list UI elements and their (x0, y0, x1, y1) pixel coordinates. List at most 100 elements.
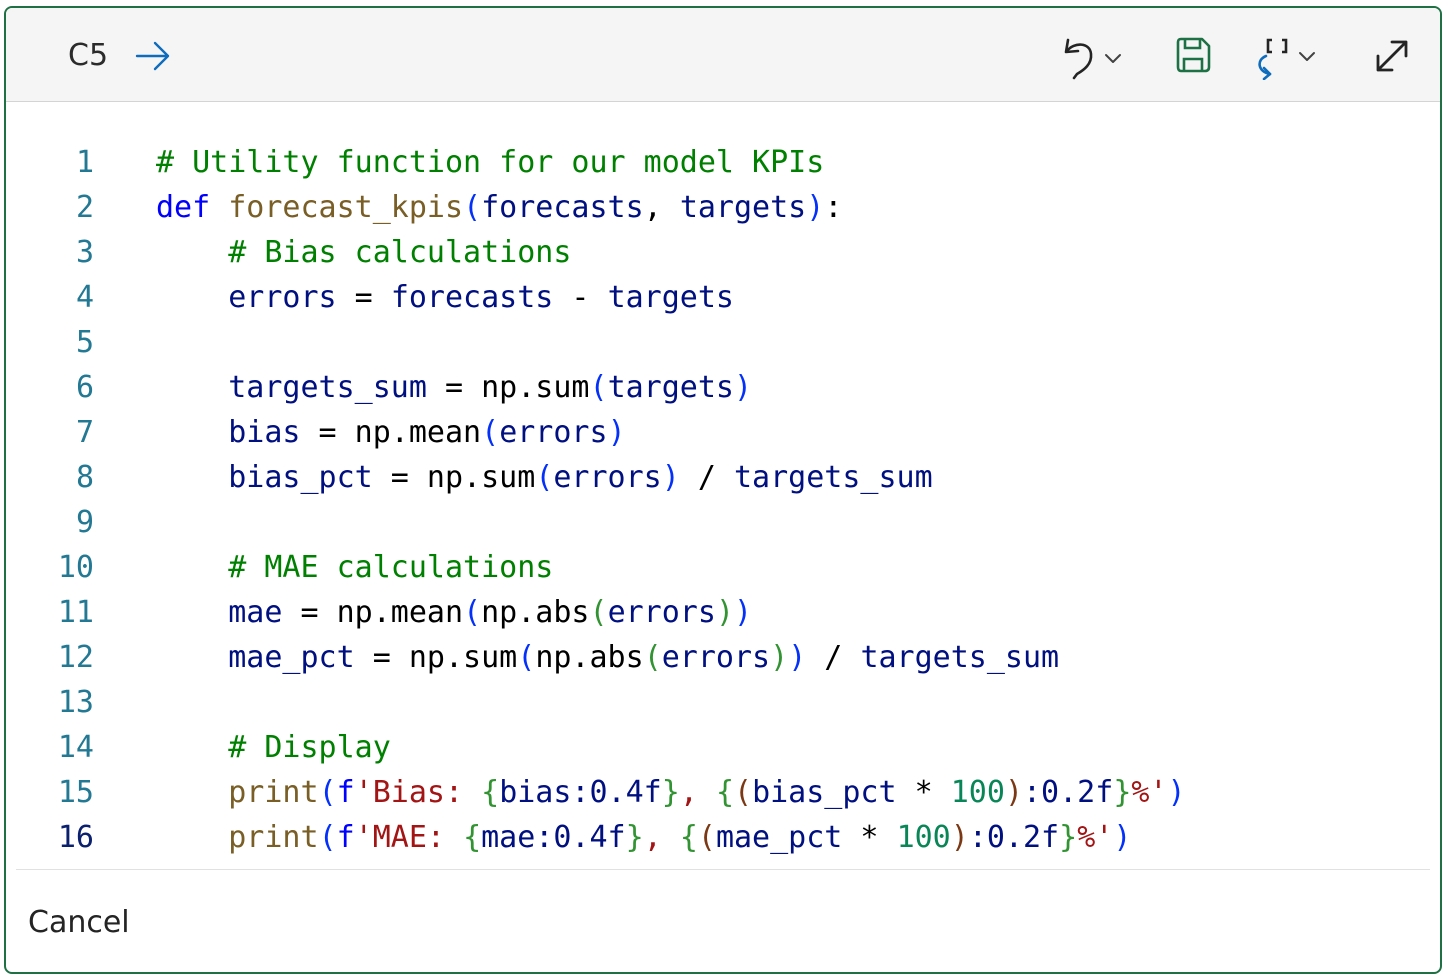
code-line[interactable]: 9 (6, 500, 1440, 545)
code-token: , (643, 820, 680, 855)
code-line[interactable]: 1 # Utility function for our model KPIs (6, 140, 1440, 185)
code-line[interactable]: 12 mae_pct = np.sum(np.abs(errors)) / ta… (6, 635, 1440, 680)
code-token: errors (607, 595, 716, 630)
code-token: targets (679, 190, 807, 225)
code-line[interactable]: 6 targets_sum = np.sum(targets) (6, 365, 1440, 410)
code-token: # Bias calculations (156, 235, 572, 270)
code-token: f (336, 820, 355, 855)
code-line[interactable]: 4 errors = forecasts - targets (6, 275, 1440, 320)
undo-button[interactable] (1060, 34, 1122, 82)
line-number: 6 (75, 370, 94, 405)
code-text: bias_pct = np.sum(errors) / targets_sum (156, 455, 933, 500)
code-token: ) (661, 460, 680, 495)
code-text: errors = forecasts - targets (156, 275, 734, 320)
reset-button[interactable] (1254, 32, 1316, 80)
code-token: 100 (896, 820, 951, 855)
code-token: :0.2f (1023, 775, 1114, 810)
code-token: mae_pct (156, 640, 355, 675)
code-token: ( (734, 775, 753, 810)
code-token: } (1059, 820, 1078, 855)
code-token: = np.mean (282, 595, 464, 630)
code-line[interactable]: 14 # Display (6, 725, 1440, 770)
code-token: 100 (950, 775, 1005, 810)
code-token: ( (697, 820, 716, 855)
code-token: # MAE calculations (156, 550, 554, 585)
code-line[interactable]: 13 (6, 680, 1440, 725)
line-number: 1 (75, 145, 94, 180)
cancel-button[interactable]: Cancel (28, 905, 130, 941)
code-token: - (553, 280, 608, 315)
expand-button[interactable] (1372, 36, 1412, 76)
code-line[interactable]: 15 print(f'Bias: {bias:0.4f}, {(bias_pct… (6, 770, 1440, 815)
code-token: = np.sum (372, 460, 536, 495)
code-token: targets (607, 280, 734, 315)
code-token: errors (553, 460, 662, 495)
code-token: = np.sum (354, 640, 518, 675)
arrow-right-icon[interactable] (134, 40, 172, 72)
code-token: ( (517, 640, 536, 675)
code-line[interactable]: 5 (6, 320, 1440, 365)
save-icon (1174, 36, 1212, 74)
code-token: # Utility function for our model KPIs (156, 145, 825, 180)
code-token: mae_pct (715, 820, 843, 855)
code-line[interactable]: 10 # MAE calculations (6, 545, 1440, 590)
code-line[interactable]: 16 print(f'MAE: {mae:0.4f}, {(mae_pct * … (6, 815, 1440, 860)
line-number: 3 (75, 235, 94, 270)
undo-icon (1060, 34, 1100, 82)
code-token: targets_sum (734, 460, 933, 495)
code-token: # Display (156, 730, 391, 765)
code-line[interactable]: 3 # Bias calculations (6, 230, 1440, 275)
reset-brackets-icon (1254, 32, 1298, 80)
code-text: targets_sum = np.sum(targets) (156, 365, 752, 410)
code-line[interactable]: 8 bias_pct = np.sum(errors) / targets_su… (6, 455, 1440, 500)
code-text: print(f'MAE: {mae:0.4f}, {(mae_pct * 100… (156, 815, 1131, 860)
code-token: = np.sum (426, 370, 590, 405)
code-token: : (824, 190, 843, 225)
code-text: # Bias calculations (156, 230, 571, 275)
save-button[interactable] (1174, 36, 1212, 74)
chevron-down-icon (1104, 52, 1122, 64)
code-editor[interactable]: 1 # Utility function for our model KPIs 2 d… (6, 102, 1440, 868)
code-token: targets (607, 370, 734, 405)
code-token: / (679, 460, 734, 495)
code-text: bias = np.mean(errors) (156, 410, 626, 455)
code-token: { (481, 775, 500, 810)
code-token: ( (481, 415, 500, 450)
code-text: mae_pct = np.sum(np.abs(errors)) / targe… (156, 635, 1059, 680)
code-token: ) (950, 820, 969, 855)
code-line[interactable]: 2 def forecast_kpis(forecasts, targets): (6, 185, 1440, 230)
line-number: 4 (75, 280, 94, 315)
code-token: %' (1131, 775, 1168, 810)
code-token: print (156, 775, 319, 810)
code-token: bias:0.4f (499, 775, 662, 810)
code-token: ( (643, 640, 662, 675)
line-number: 10 (57, 550, 94, 585)
code-token: :0.2f (968, 820, 1060, 855)
line-number: 16 (57, 820, 94, 855)
code-token: forecasts (481, 190, 644, 225)
code-token: np.abs (481, 595, 590, 630)
footer-divider (16, 869, 1430, 870)
code-token: ( (589, 370, 608, 405)
code-token: errors (156, 280, 337, 315)
code-token: f (336, 775, 355, 810)
code-token: ( (318, 820, 337, 855)
code-token: ) (770, 640, 789, 675)
code-line[interactable]: 11 mae = np.mean(np.abs(errors)) (6, 590, 1440, 635)
code-token: ) (607, 415, 626, 450)
code-text: print(f'Bias: {bias:0.4f}, {(bias_pct * … (156, 770, 1185, 815)
code-token: { (715, 775, 734, 810)
code-token: } (1113, 775, 1132, 810)
line-number: 2 (75, 190, 94, 225)
code-line[interactable]: 7 bias = np.mean(errors) (6, 410, 1440, 455)
code-token: targets_sum (860, 640, 1060, 675)
code-token: , (679, 775, 716, 810)
code-token: 'MAE: (354, 820, 464, 855)
code-token: forecast_kpis (228, 190, 464, 225)
code-token: * (842, 820, 897, 855)
line-number: 9 (75, 505, 94, 540)
code-token: { (679, 820, 698, 855)
editor-header: C5 (6, 8, 1440, 102)
code-token: / (806, 640, 861, 675)
code-token: } (625, 820, 644, 855)
